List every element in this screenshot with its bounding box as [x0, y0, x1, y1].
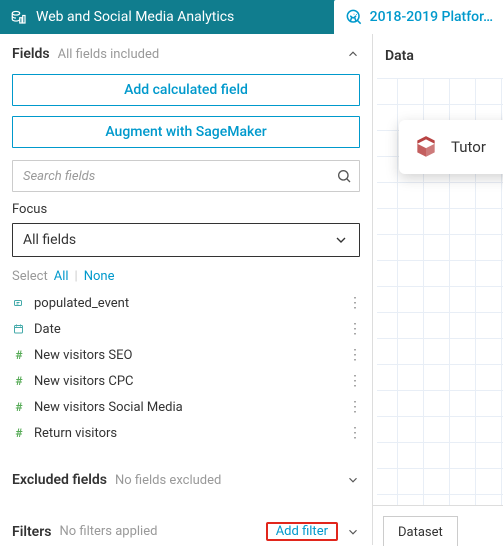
analytics-icon	[10, 8, 28, 26]
fields-title: Fields	[12, 46, 50, 62]
field-row[interactable]: # New visitors SEO ⋮	[12, 342, 368, 368]
platform-label: 2018-2019 Platfor…	[370, 9, 493, 25]
field-actions: Add calculated field Augment with SageMa…	[0, 74, 372, 148]
tutorial-card[interactable]: Tutor	[399, 120, 503, 174]
search-fields-input[interactable]	[12, 160, 360, 192]
fields-subtitle: All fields included	[58, 47, 160, 62]
hash-type-icon: #	[12, 374, 26, 388]
select-label: Select	[12, 269, 48, 284]
hash-type-icon: #	[12, 348, 26, 362]
canvas-grid[interactable]: Tutor	[377, 78, 503, 505]
field-name: populated_event	[34, 296, 334, 311]
select-all-link[interactable]: All	[54, 269, 69, 284]
add-filter-link[interactable]: Add filter	[268, 520, 336, 543]
search-wrap	[12, 160, 360, 192]
field-name: Date	[34, 322, 334, 337]
add-calculated-label: Add calculated field	[124, 82, 248, 98]
field-name: Return visitors	[34, 426, 334, 441]
string-type-icon	[12, 297, 26, 309]
cube-icon	[413, 134, 439, 160]
chevron-up-icon	[346, 47, 360, 61]
chevron-down-icon	[346, 473, 360, 487]
field-menu-button[interactable]: ⋮	[342, 400, 368, 414]
data-header: Data	[373, 34, 503, 78]
field-row[interactable]: Date ⋮	[12, 316, 368, 342]
tutorial-card-text: Tutor	[451, 138, 486, 156]
field-menu-button[interactable]: ⋮	[342, 322, 368, 336]
select-none-link[interactable]: None	[84, 269, 115, 284]
add-filter-highlight: Add filter	[266, 522, 338, 541]
topbar-left: Web and Social Media Analytics	[0, 8, 334, 26]
hash-type-icon: #	[12, 400, 26, 414]
tab-dataset-label: Dataset	[398, 525, 443, 540]
top-bar: Web and Social Media Analytics 2018-2019…	[0, 0, 503, 34]
fields-list: populated_event⋮Date⋮#New visitors SEO⋮#…	[0, 290, 372, 452]
field-menu-button[interactable]: ⋮	[342, 426, 368, 440]
main: Fields All fields included Add calculate…	[0, 34, 503, 545]
separator: |	[75, 269, 78, 284]
chevron-down-icon	[333, 232, 349, 248]
focus-select[interactable]: All fields	[12, 223, 360, 257]
filters-subtitle: No filters applied	[59, 524, 157, 539]
field-row[interactable]: populated_event ⋮	[12, 290, 368, 316]
filters-header[interactable]: Filters No filters applied Add filter	[0, 508, 372, 555]
field-menu-button[interactable]: ⋮	[342, 374, 368, 388]
bottom-tabs: Dataset	[373, 505, 503, 545]
augment-sagemaker-button[interactable]: Augment with SageMaker	[12, 116, 360, 148]
page-title: Web and Social Media Analytics	[36, 9, 234, 25]
add-calculated-field-button[interactable]: Add calculated field	[12, 74, 360, 106]
select-row: Select All | None	[0, 257, 372, 290]
left-panel: Fields All fields included Add calculate…	[0, 34, 373, 545]
hash-type-icon: #	[12, 426, 26, 440]
field-name: New visitors CPC	[34, 374, 334, 389]
field-row[interactable]: # Return visitors ⋮	[12, 420, 368, 446]
augment-label: Augment with SageMaker	[105, 124, 266, 140]
tab-dataset[interactable]: Dataset	[383, 516, 458, 546]
date-type-icon	[12, 323, 26, 335]
excluded-subtitle: No fields excluded	[115, 473, 221, 488]
focus-value: All fields	[23, 232, 76, 248]
field-name: New visitors SEO	[34, 348, 334, 363]
right-panel: Data Tutor Dataset	[373, 34, 503, 545]
field-row[interactable]: # New visitors CPC ⋮	[12, 368, 368, 394]
excluded-title: Excluded fields	[12, 472, 107, 488]
field-row[interactable]: # New visitors Social Media ⋮	[12, 394, 368, 420]
field-menu-button[interactable]: ⋮	[342, 296, 368, 310]
excluded-fields-header[interactable]: Excluded fields No fields excluded	[0, 458, 372, 502]
focus-label: Focus	[12, 202, 360, 217]
focus-block: Focus All fields	[0, 192, 372, 257]
filters-title: Filters	[12, 524, 51, 540]
insight-icon	[344, 7, 364, 27]
chevron-down-icon	[346, 525, 360, 539]
search-icon	[336, 168, 352, 184]
platform-picker[interactable]: 2018-2019 Platfor…	[334, 0, 503, 34]
field-menu-button[interactable]: ⋮	[342, 348, 368, 362]
fields-header[interactable]: Fields All fields included	[0, 34, 372, 74]
field-name: New visitors Social Media	[34, 400, 334, 415]
